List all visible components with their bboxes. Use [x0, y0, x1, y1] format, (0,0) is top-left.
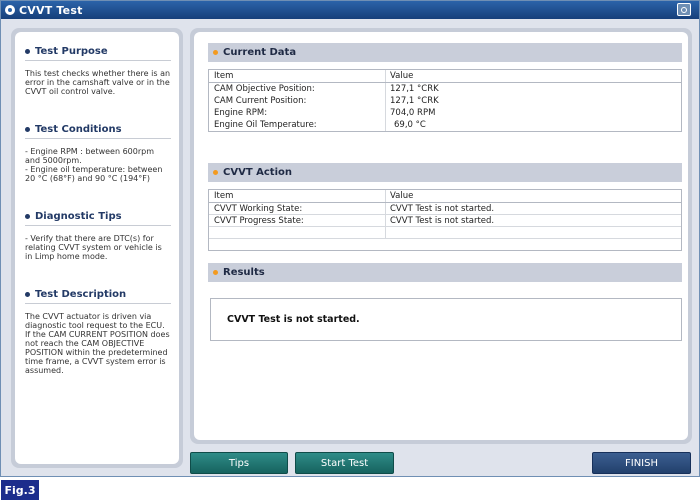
bullet-icon	[25, 49, 30, 54]
row-item: Engine Oil Temperature:	[209, 119, 386, 131]
results-header: Results	[208, 263, 682, 282]
row-value: 704,0 RPM	[390, 108, 436, 118]
table-row-empty	[209, 227, 681, 239]
column-header-item: Item	[209, 190, 386, 202]
row-item: CAM Objective Position:	[209, 83, 386, 95]
table-row: CVVT Progress State: CVVT Test is not st…	[209, 215, 681, 227]
row-item: CVVT Working State:	[209, 203, 386, 214]
cvvt-action-table: Item Value CVVT Working State: CVVT Test…	[208, 189, 682, 251]
row-item: Engine RPM:	[209, 107, 386, 119]
table-row: CVVT Working State: CVVT Test is not sta…	[209, 203, 681, 215]
tips-button[interactable]: Tips	[190, 452, 288, 474]
current-data-header: Current Data	[208, 43, 682, 62]
row-value: CVVT Test is not started.	[390, 203, 495, 214]
row-item	[209, 227, 386, 238]
current-data-table: Item Value CAM Objective Position: 127,1…	[208, 69, 682, 132]
row-value: 127,1 °CRK	[390, 84, 439, 94]
orange-bullet-icon	[213, 50, 218, 55]
main-panel: Current Data Item Value CAM Objective Po…	[190, 28, 692, 444]
table-row: Engine RPM: 704,0 RPM	[209, 107, 681, 119]
test-purpose-heading: Test Purpose	[25, 46, 171, 61]
table-row: CAM Objective Position: 127,1 °CRK	[209, 83, 681, 95]
row-value: 127,1 °CRK	[390, 96, 439, 106]
test-description-text: The CVVT actuator is driven via diagnost…	[25, 312, 170, 375]
diagnostic-tips-text: - Verify that there are DTC(s) for relat…	[25, 234, 162, 261]
main-panel-content: Current Data Item Value CAM Objective Po…	[194, 32, 688, 440]
row-value	[386, 227, 681, 238]
column-header-value: Value	[390, 71, 414, 81]
orange-bullet-icon	[213, 270, 218, 275]
cvvt-action-header: CVVT Action	[208, 163, 682, 182]
test-description-heading: Test Description	[25, 289, 171, 304]
row-item: CAM Current Position:	[209, 95, 386, 107]
row-item: CVVT Progress State:	[209, 215, 386, 226]
diagnostic-tips-heading: Diagnostic Tips	[25, 211, 171, 226]
table-header-row: Item Value	[209, 190, 681, 203]
orange-bullet-icon	[213, 170, 218, 175]
row-value: 69,0 °C	[394, 120, 426, 130]
info-panel: Test Purpose This test checks whether th…	[11, 28, 183, 468]
test-purpose-text: This test checks whether there is an err…	[25, 69, 171, 96]
table-row: Engine Oil Temperature: 69,0 °C	[209, 119, 681, 131]
bullet-icon	[25, 127, 30, 132]
info-panel-content: Test Purpose This test checks whether th…	[15, 32, 179, 464]
cvvt-test-window: CVVT Test Test Purpose This test checks …	[0, 0, 700, 477]
app-icon	[5, 5, 15, 15]
table-row: CAM Current Position: 127,1 °CRK	[209, 95, 681, 107]
column-header-value: Value	[390, 191, 414, 201]
start-test-button[interactable]: Start Test	[295, 452, 394, 474]
test-conditions-heading: Test Conditions	[25, 124, 171, 139]
bullet-icon	[25, 292, 30, 297]
table-header-row: Item Value	[209, 70, 681, 83]
camera-icon[interactable]	[677, 3, 691, 16]
finish-button[interactable]: FINISH	[592, 452, 691, 474]
row-value: CVVT Test is not started.	[390, 215, 495, 226]
results-message: CVVT Test is not started.	[210, 298, 682, 341]
test-conditions-text: - Engine RPM : between 600rpm and 5000rp…	[25, 147, 163, 183]
window-title: CVVT Test	[19, 3, 83, 17]
figure-label: Fig.3	[1, 480, 39, 500]
bullet-icon	[25, 214, 30, 219]
title-bar: CVVT Test	[1, 1, 699, 19]
column-header-item: Item	[209, 70, 386, 82]
